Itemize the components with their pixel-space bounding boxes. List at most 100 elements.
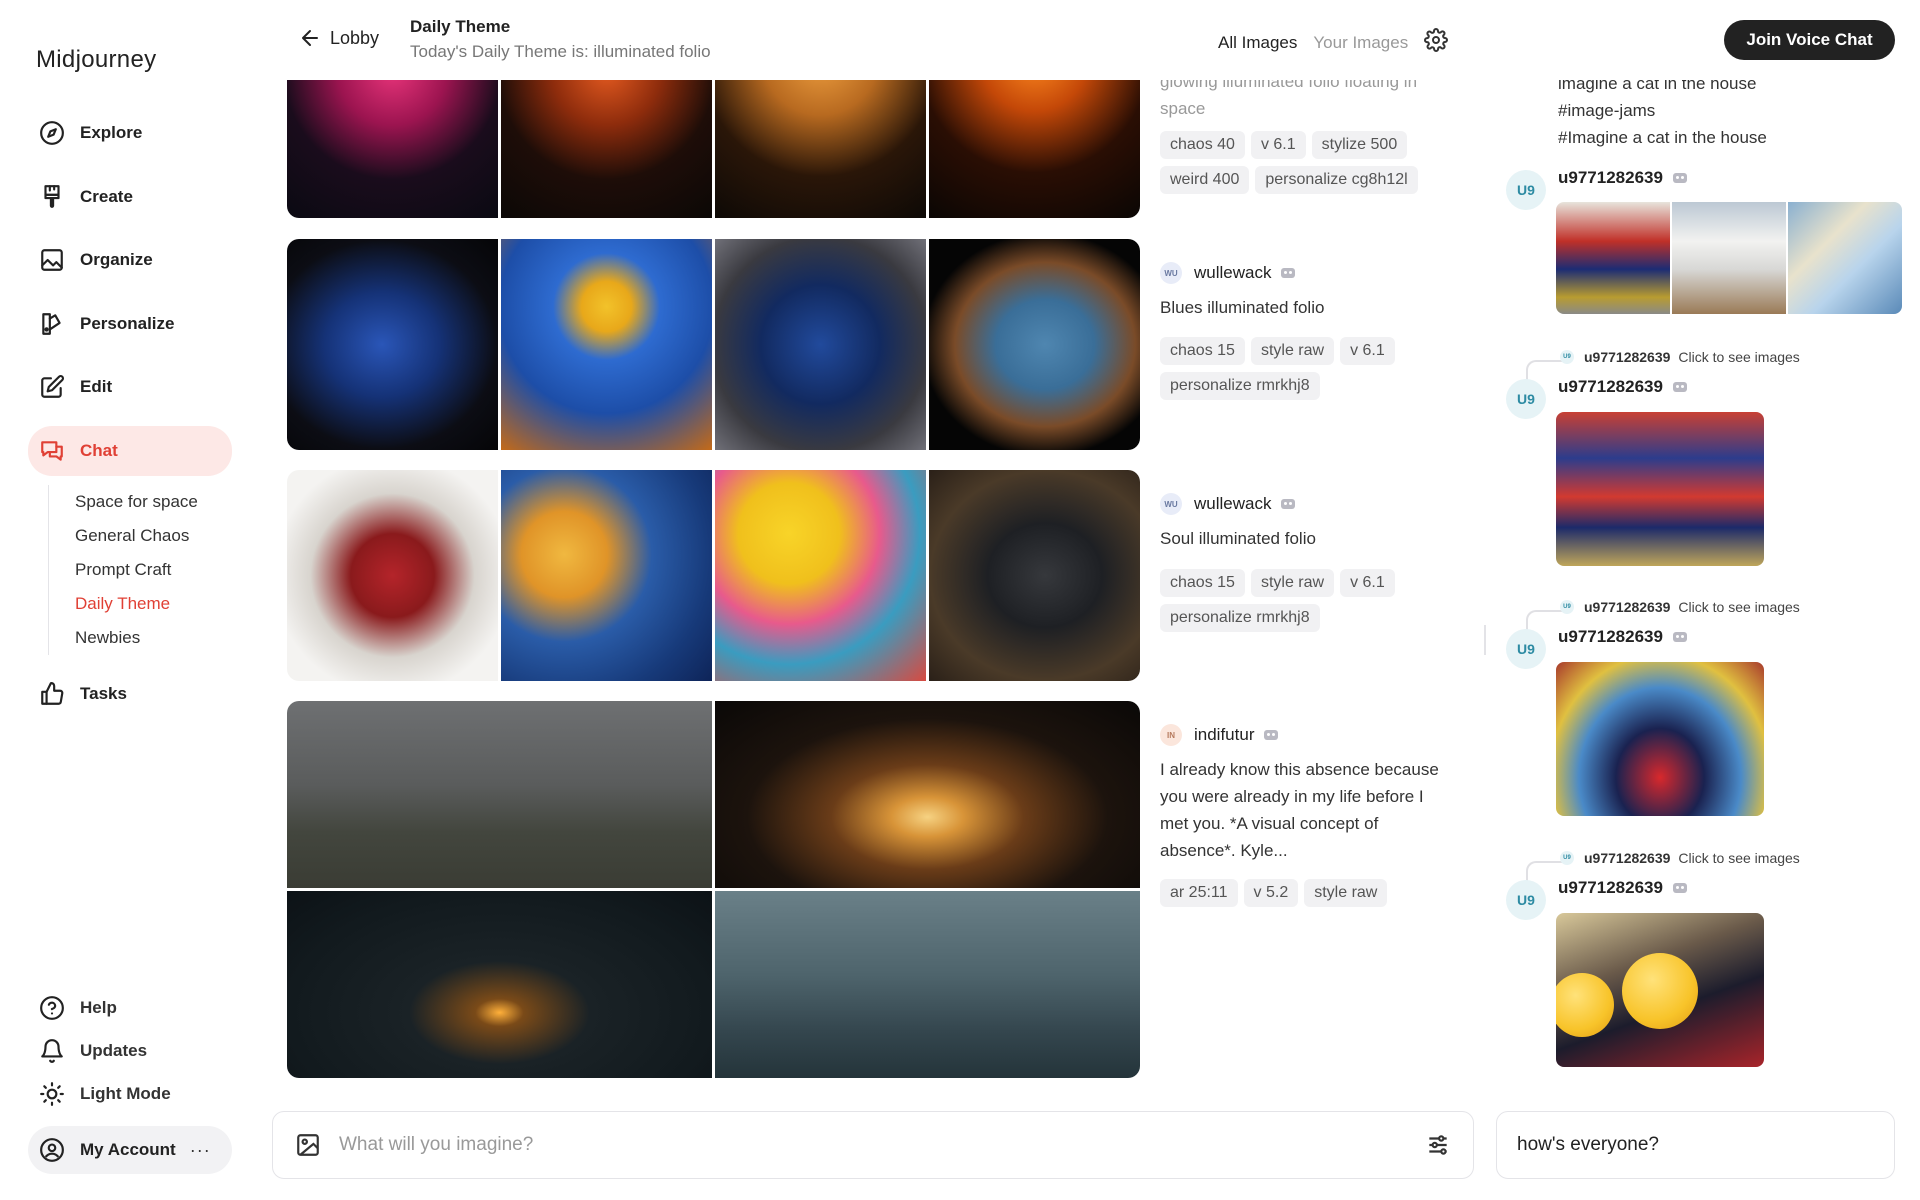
avatar[interactable]: U9 [1506, 880, 1546, 920]
param-chip[interactable]: v 5.2 [1243, 879, 1299, 907]
room-daily-theme[interactable]: Daily Theme [75, 587, 232, 621]
image-tile[interactable] [929, 239, 1140, 450]
room-space-for-space[interactable]: Space for space [75, 485, 232, 519]
image-tile[interactable] [501, 80, 712, 218]
chat-image[interactable] [1556, 202, 1670, 314]
nav-help[interactable]: Help [28, 986, 232, 1029]
avatar[interactable]: U9 [1506, 629, 1546, 669]
nav-label: Create [80, 186, 133, 206]
chat-username[interactable]: u9771282639 [1558, 627, 1687, 647]
reply-connector [1526, 610, 1562, 632]
nav-organize[interactable]: Organize [28, 235, 232, 285]
more-options-icon[interactable]: ··· [190, 1140, 211, 1161]
discord-icon [1264, 730, 1279, 740]
reply-reference[interactable]: U9 u9771282639 Click to see images [1560, 599, 1800, 615]
account-label: My Account [80, 1140, 176, 1159]
param-chip[interactable]: v 6.1 [1250, 131, 1306, 159]
image-tile[interactable] [715, 470, 926, 681]
chat-username[interactable]: u9771282639 [1558, 168, 1687, 188]
param-chip[interactable]: weird 400 [1160, 166, 1250, 194]
imagine-input[interactable] [339, 1134, 1425, 1156]
chat-image[interactable] [1788, 202, 1902, 314]
chat-image[interactable] [1556, 412, 1764, 566]
back-to-lobby-button[interactable]: Lobby [298, 26, 379, 50]
room-general-chaos[interactable]: General Chaos [75, 519, 232, 553]
join-voice-chat-button[interactable]: Join Voice Chat [1724, 20, 1895, 60]
room-newbies[interactable]: Newbies [75, 621, 232, 655]
image-icon [38, 246, 66, 274]
nav-label: Help [80, 997, 117, 1017]
nav-edit[interactable]: Edit [28, 362, 232, 412]
chat-message-input[interactable] [1517, 1134, 1874, 1156]
image-tile[interactable] [287, 891, 712, 1078]
param-chip[interactable]: v 6.1 [1340, 569, 1395, 597]
image-tile[interactable] [287, 701, 712, 888]
image-tile[interactable] [715, 701, 1140, 888]
sliders-icon[interactable] [1425, 1132, 1451, 1158]
app-logo[interactable]: Midjourney [36, 46, 156, 74]
param-chip[interactable]: style raw [1250, 337, 1335, 365]
avatar: WU [1160, 493, 1182, 515]
param-chip[interactable]: chaos 15 [1160, 569, 1245, 597]
nav-chat[interactable]: Chat [28, 425, 232, 476]
image-tile[interactable] [287, 80, 498, 218]
nav-light-mode[interactable]: Light Mode [28, 1072, 232, 1115]
nav-updates[interactable]: Updates [28, 1029, 232, 1072]
post-author[interactable]: IN indifutur [1160, 724, 1279, 746]
reply-username: u9771282639 [1584, 599, 1671, 615]
discord-icon [1672, 382, 1687, 392]
image-tile[interactable] [715, 80, 926, 218]
param-chip[interactable]: style raw [1250, 569, 1335, 597]
image-tile[interactable] [929, 470, 1140, 681]
chat-username[interactable]: u9771282639 [1558, 377, 1687, 397]
palette-icon [38, 310, 66, 338]
reply-username: u9771282639 [1584, 349, 1671, 365]
reply-reference[interactable]: U9 u9771282639 Click to see images [1560, 349, 1800, 365]
arrow-left-icon [302, 30, 318, 46]
nav-tasks[interactable]: Tasks [28, 669, 232, 719]
chat-image[interactable] [1672, 202, 1786, 314]
nav-personalize[interactable]: Personalize [28, 299, 232, 349]
chat-panel: U9 imagine a cat in the house #image-jam… [1484, 56, 1920, 1096]
gear-icon[interactable] [1424, 28, 1449, 57]
image-tile[interactable] [287, 239, 498, 450]
my-account-button[interactable]: My Account ··· [28, 1126, 232, 1174]
discord-icon [1281, 499, 1296, 509]
username: wullewack [1194, 494, 1272, 513]
discord-icon [1672, 632, 1687, 642]
post-author[interactable]: WU wullewack [1160, 262, 1296, 284]
bottom-nav: Help Updates Light Mode [28, 986, 232, 1115]
param-chip[interactable]: personalize rmrkhj8 [1160, 372, 1320, 400]
param-chip[interactable]: personalize rmrkhj8 [1160, 604, 1320, 632]
tab-all-images[interactable]: All Images [1218, 33, 1297, 53]
param-chip[interactable]: ar 25:11 [1160, 879, 1238, 907]
param-chip[interactable]: stylize 500 [1311, 131, 1408, 159]
reply-link-text: Click to see images [1678, 599, 1800, 615]
tab-your-images[interactable]: Your Images [1313, 33, 1408, 53]
image-tile[interactable] [715, 891, 1140, 1078]
nav-create[interactable]: Create [28, 172, 232, 222]
chat-image[interactable] [1556, 662, 1764, 816]
page-subtitle: Today's Daily Theme is: illuminated foli… [410, 42, 711, 61]
avatar[interactable]: U9 [1506, 379, 1546, 419]
image-tile[interactable] [715, 239, 926, 450]
username-text: u9771282639 [1558, 627, 1663, 646]
avatar[interactable]: U9 [1506, 170, 1546, 210]
room-prompt-craft[interactable]: Prompt Craft [75, 553, 232, 587]
image-tile[interactable] [287, 470, 498, 681]
chat-username[interactable]: u9771282639 [1558, 878, 1687, 898]
param-chip[interactable]: chaos 15 [1160, 337, 1245, 365]
post-author[interactable]: WU wullewack [1160, 493, 1296, 515]
image-tile[interactable] [501, 470, 712, 681]
param-chip[interactable]: style raw [1304, 879, 1388, 907]
image-tile[interactable] [929, 80, 1140, 218]
param-chip[interactable]: chaos 40 [1160, 131, 1245, 159]
chat-image[interactable] [1556, 913, 1764, 1067]
reply-reference[interactable]: U9 u9771282639 Click to see images [1560, 850, 1800, 866]
nav-explore[interactable]: Explore [28, 108, 232, 158]
param-chip[interactable]: personalize cg8h12l [1255, 166, 1418, 194]
username: wullewack [1194, 263, 1272, 282]
param-chip[interactable]: v 6.1 [1340, 337, 1395, 365]
image-upload-icon[interactable] [295, 1132, 321, 1158]
image-tile[interactable] [501, 239, 712, 450]
